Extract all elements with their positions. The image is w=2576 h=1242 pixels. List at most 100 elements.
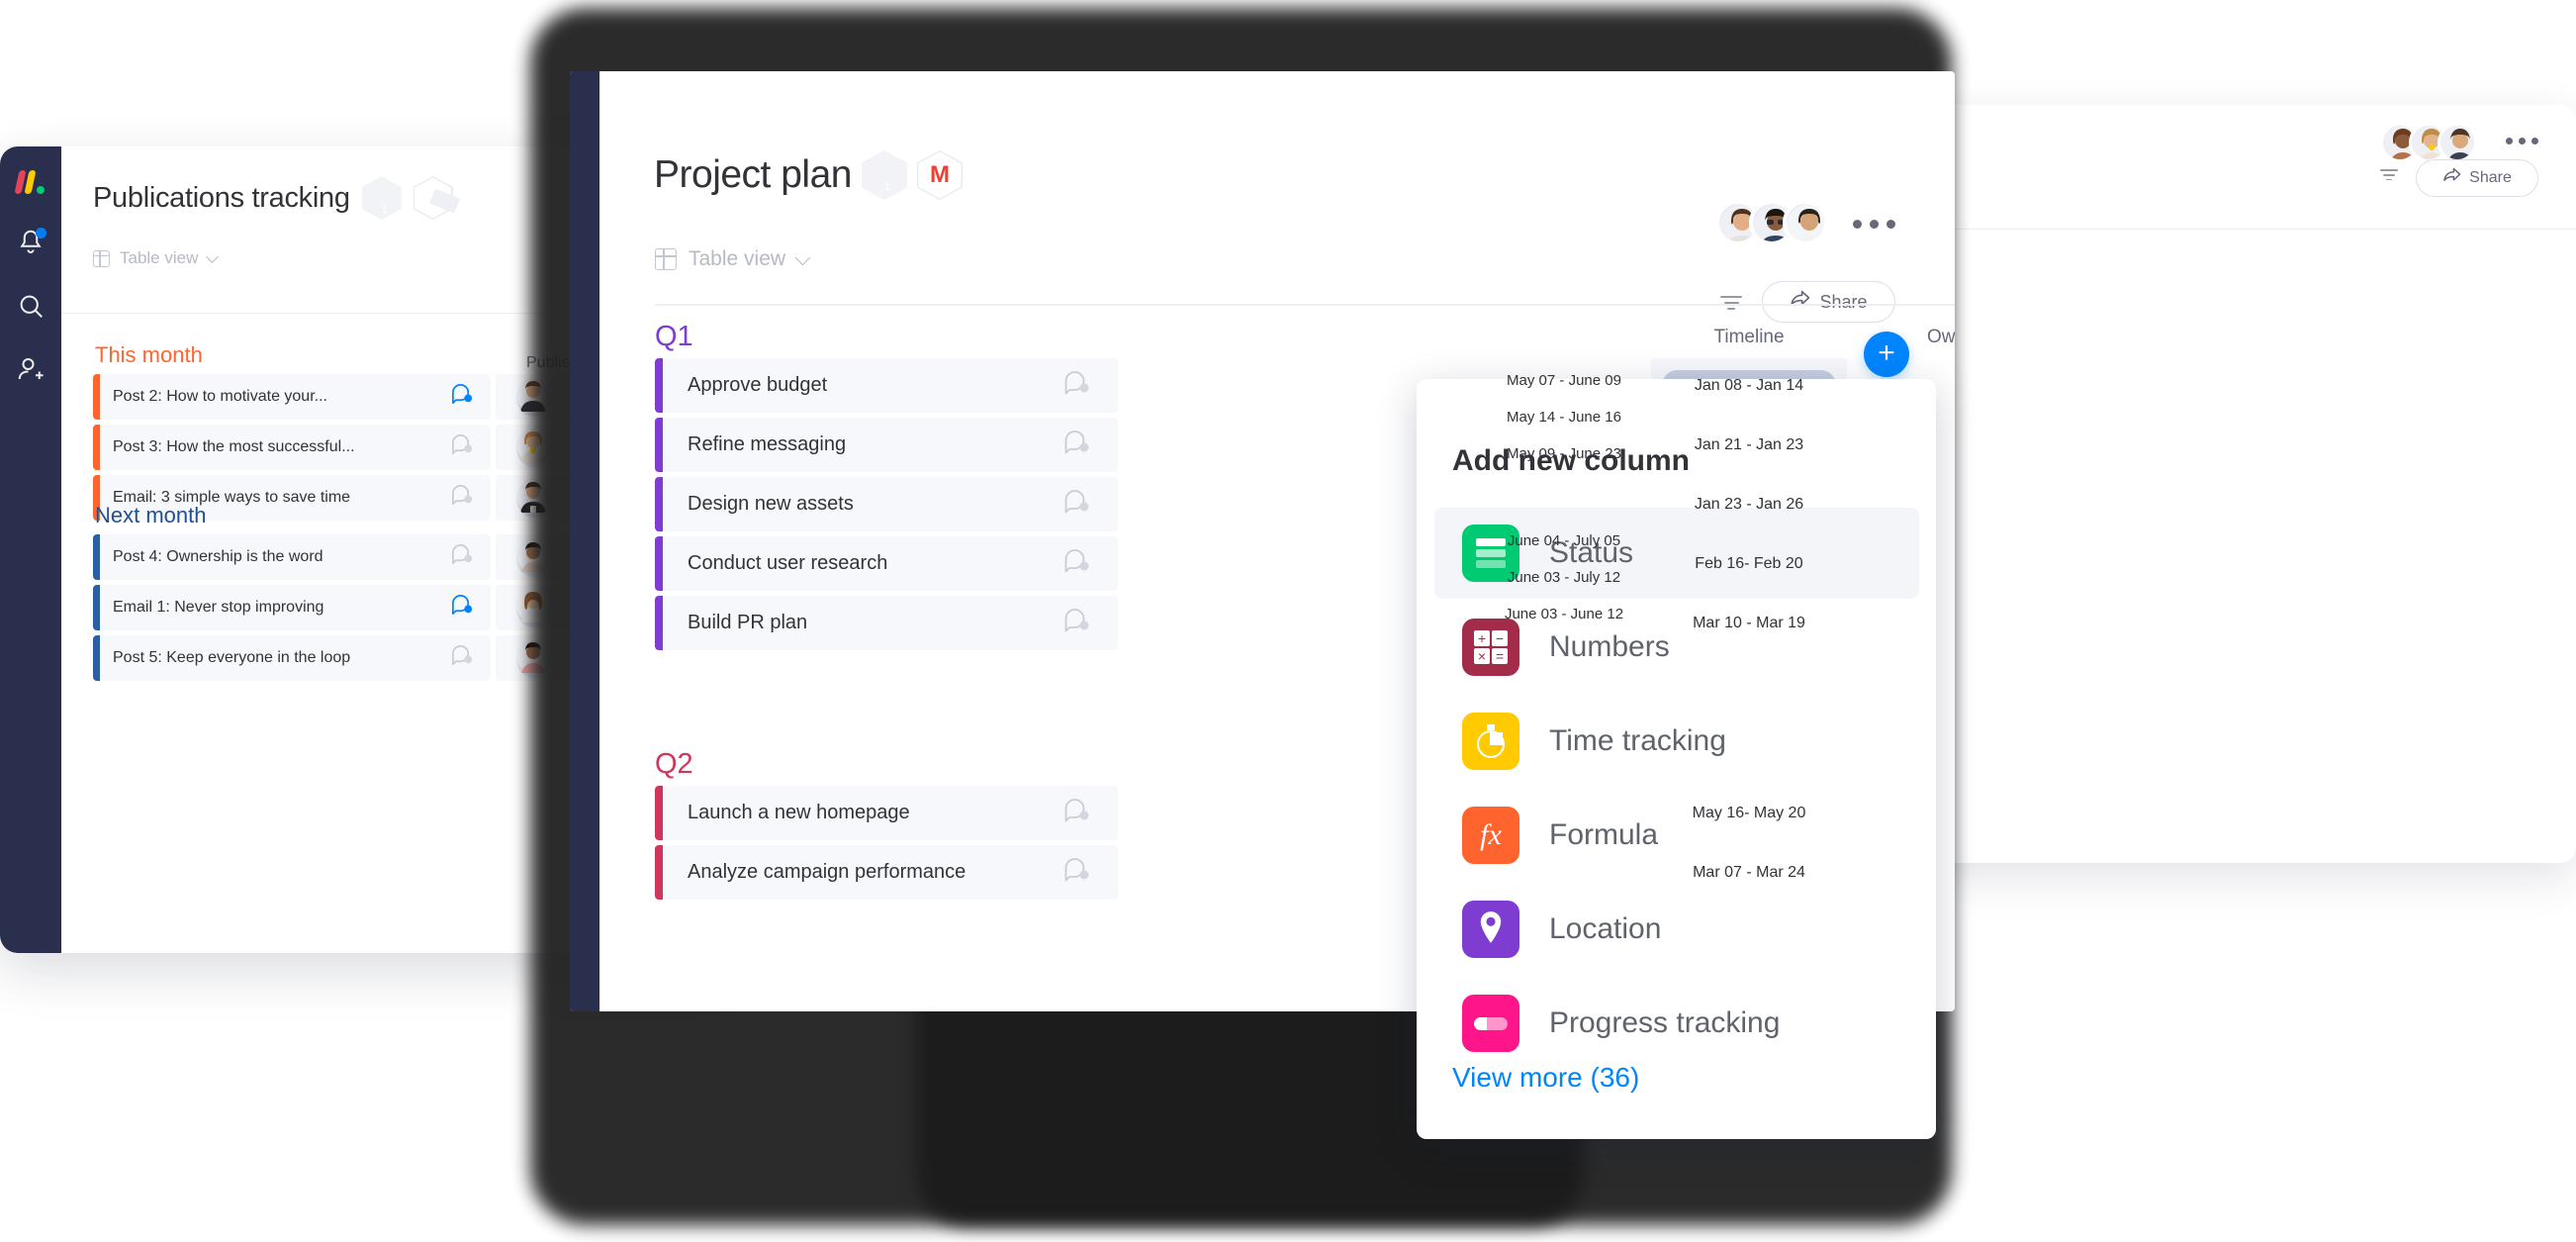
right-window-more-options-icon[interactable]: [2506, 138, 2538, 144]
table-row[interactable]: Conduct user research: [655, 536, 1118, 591]
row-color-bar: [655, 477, 663, 531]
row-color-bar: [93, 534, 100, 580]
task-name-cell[interactable]: Analyze campaign performance: [655, 845, 1118, 900]
left-group-this-month: This month Post 2: How to motivate your.…: [93, 342, 571, 521]
mid-window-share-button[interactable]: Share: [1762, 281, 1895, 323]
chevron-down-icon[interactable]: [206, 249, 220, 263]
chat-icon-unread[interactable]: [450, 382, 475, 412]
task-name-cell[interactable]: Build PR plan: [655, 596, 1118, 650]
right-window-avatar-group[interactable]: [2380, 123, 2477, 162]
dropdown-item-label: Time tracking: [1549, 724, 1726, 757]
task-name-cell[interactable]: Launch a new homepage: [655, 786, 1118, 840]
right-timeline-label: May 14 - June 16: [1507, 408, 1621, 426]
table-row[interactable]: Design new assets: [655, 477, 1118, 531]
calendar-icon[interactable]: [861, 150, 907, 200]
task-name-cell[interactable]: Conduct user research: [655, 536, 1118, 591]
publication-name-cell[interactable]: Post 5: Keep everyone in the loop: [93, 635, 491, 681]
chevron-down-icon[interactable]: [794, 249, 811, 265]
list-item[interactable]: Post 2: How to motivate your...: [93, 374, 571, 420]
table-row[interactable]: Approve budget: [655, 358, 1118, 413]
list-item[interactable]: Post 4: Ownership is the word: [93, 534, 571, 580]
plus-icon: +: [1878, 336, 1895, 369]
chat-icon[interactable]: [1062, 428, 1092, 463]
numbers-icon: + − × =: [1462, 619, 1519, 676]
grid-icon: [655, 248, 677, 270]
task-name-cell[interactable]: Refine messaging: [655, 418, 1118, 472]
timeline-label: Mar 10 - Mar 19: [1693, 614, 1805, 631]
mail-icon[interactable]: [414, 176, 453, 220]
publication-label: Post 2: How to motivate your...: [113, 388, 327, 405]
publication-name-cell[interactable]: Post 4: Ownership is the word: [93, 534, 491, 580]
time-tracking-icon: [1462, 713, 1519, 770]
right-window-filter-icon[interactable]: [2380, 169, 2398, 183]
mid-divider: [655, 304, 1955, 306]
table-row[interactable]: Build PR plan: [655, 596, 1118, 650]
dropdown-item-label: Formula: [1549, 818, 1659, 851]
dropdown-item-progress-tracking[interactable]: Progress tracking: [1434, 978, 1919, 1069]
add-column-button[interactable]: +: [1864, 332, 1909, 377]
share-icon: [2442, 167, 2461, 189]
dropdown-item-label: Numbers: [1549, 630, 1670, 663]
mid-window-avatar-group[interactable]: [1715, 200, 1828, 245]
dropdown-item-time-tracking[interactable]: Time tracking: [1434, 696, 1919, 787]
page-title: Publications tracking: [93, 181, 350, 214]
table-row[interactable]: Analyze campaign performance: [655, 845, 1118, 900]
invite-user-icon[interactable]: [16, 354, 46, 384]
publication-name-cell[interactable]: Email 1: Never stop improving: [93, 585, 491, 630]
row-color-bar: [93, 425, 100, 470]
table-row[interactable]: Refine messaging: [655, 418, 1118, 472]
mid-window-more-options-icon[interactable]: [1853, 220, 1895, 229]
right-timeline-label: May 09 - June 23: [1507, 444, 1621, 462]
task-label: Design new assets: [688, 493, 854, 515]
calendar-icon[interactable]: [361, 176, 402, 220]
publication-name-cell[interactable]: Post 2: How to motivate your...: [93, 374, 491, 420]
row-color-bar: [655, 786, 663, 840]
chat-icon[interactable]: [1062, 796, 1092, 831]
share-label: Share: [1819, 291, 1868, 312]
task-label: Launch a new homepage: [688, 802, 910, 823]
notification-dot: [36, 228, 46, 239]
task-label: Build PR plan: [688, 612, 808, 633]
list-item[interactable]: Post 5: Keep everyone in the loop: [93, 635, 571, 681]
dropdown-item-formula[interactable]: fx Formula: [1434, 790, 1919, 881]
add-new-column-dropdown: Add new column Status + − × = Numbers Time …: [1417, 379, 1936, 1139]
timeline-label: Jan 23 - Jan 26: [1694, 495, 1804, 513]
left-group-next-month: Next month Post 4: Ownership is the word: [93, 503, 571, 681]
right-timeline-label: June 03 - June 12: [1504, 605, 1624, 622]
chat-icon[interactable]: [1062, 546, 1092, 582]
publication-label: Email 1: Never stop improving: [113, 599, 324, 616]
monday-logo-icon[interactable]: [14, 168, 45, 194]
task-name-cell[interactable]: Approve budget: [655, 358, 1118, 413]
chat-icon[interactable]: [1062, 855, 1092, 891]
chat-icon[interactable]: [450, 643, 475, 673]
list-item[interactable]: Post 3: How the most successful...: [93, 425, 571, 470]
chat-icon[interactable]: [450, 432, 475, 462]
left-view-label: Table view: [120, 248, 199, 267]
dropdown-view-more-link[interactable]: View more (36): [1452, 1062, 1639, 1094]
row-color-bar: [655, 536, 663, 591]
chat-icon-unread[interactable]: [450, 593, 475, 622]
right-window-share-button[interactable]: Share: [2416, 159, 2538, 197]
row-color-bar: [93, 374, 100, 420]
list-item[interactable]: Email 1: Never stop improving: [93, 585, 571, 630]
table-row[interactable]: Launch a new homepage: [655, 786, 1118, 840]
row-color-bar: [655, 845, 663, 900]
search-icon[interactable]: [16, 291, 46, 321]
right-timeline-label: May 07 - June 09: [1507, 371, 1621, 389]
row-color-bar: [655, 418, 663, 472]
chat-icon[interactable]: [1062, 606, 1092, 641]
chat-icon[interactable]: [450, 542, 475, 572]
chat-icon[interactable]: [1062, 368, 1092, 404]
location-icon: [1462, 901, 1519, 958]
timeline-label: Feb 16- Feb 20: [1695, 554, 1803, 572]
dropdown-item-location[interactable]: Location: [1434, 884, 1919, 975]
row-color-bar: [655, 358, 663, 413]
gmail-icon[interactable]: M: [917, 150, 963, 200]
task-name-cell[interactable]: Design new assets: [655, 477, 1118, 531]
chat-icon[interactable]: [1062, 487, 1092, 523]
bell-icon[interactable]: [16, 228, 46, 257]
publication-name-cell[interactable]: Post 3: How the most successful...: [93, 425, 491, 470]
avatar[interactable]: [2438, 123, 2477, 162]
mid-view-switcher[interactable]: Table view: [655, 247, 811, 271]
avatar[interactable]: [1783, 200, 1828, 245]
